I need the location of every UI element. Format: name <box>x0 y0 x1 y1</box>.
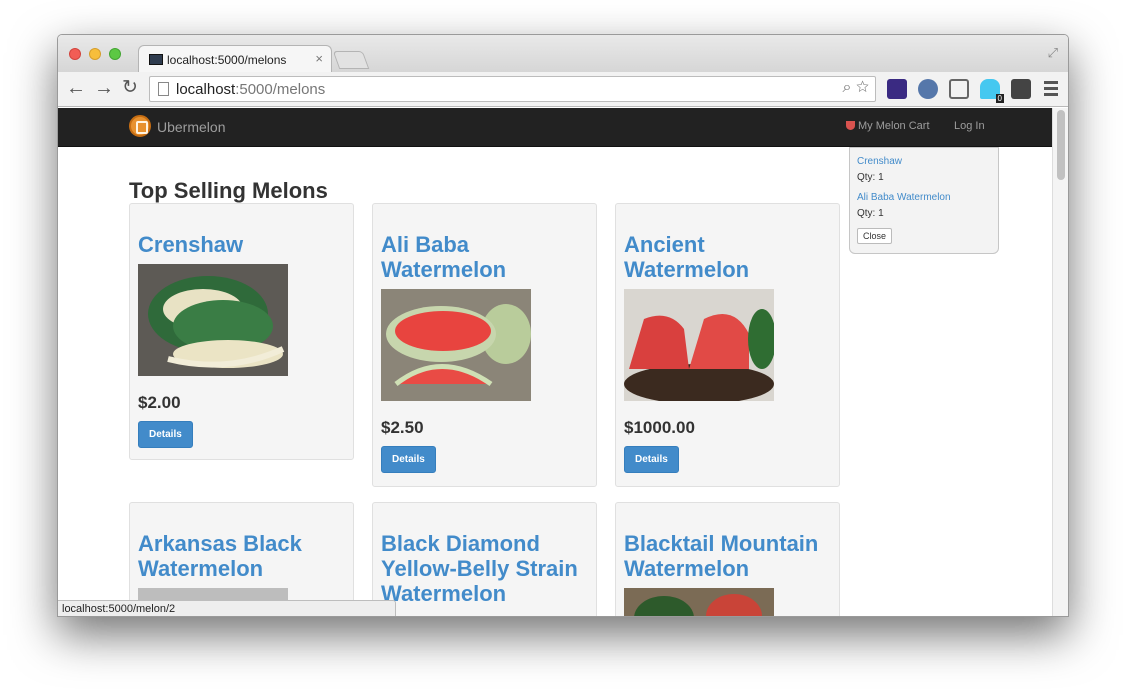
melon-image[interactable] <box>624 289 774 401</box>
extension-icon-2[interactable] <box>918 79 938 99</box>
watermelon-icon <box>846 121 855 130</box>
cart-link[interactable]: My Melon Cart <box>846 120 930 132</box>
cart-item-name[interactable]: Crenshaw <box>857 156 991 167</box>
minimize-window-button[interactable] <box>89 48 101 60</box>
back-arrow-icon[interactable]: ← <box>66 78 86 98</box>
tab-close-icon[interactable]: × <box>315 51 323 66</box>
melon-card: Crenshaw $2.00 Details <box>129 203 354 460</box>
zoom-icon[interactable]: ⌕ <box>843 79 852 96</box>
details-button[interactable]: Details <box>624 446 679 473</box>
melon-title-link[interactable]: Arkansas Black Watermelon <box>138 531 345 581</box>
melon-title-link[interactable]: Crenshaw <box>138 232 345 257</box>
melon-price: $1000.00 <box>624 418 695 437</box>
bookmark-star-icon[interactable]: ☆ <box>856 79 869 96</box>
ghostery-badge: 0 <box>995 94 1004 103</box>
close-window-button[interactable] <box>69 48 81 60</box>
menu-icon[interactable] <box>1044 81 1058 99</box>
melon-card: Blacktail Mountain Watermelon <box>615 502 840 616</box>
melon-title-link[interactable]: Black Diamond Yellow-Belly Strain Waterm… <box>381 531 588 606</box>
melon-card: Ali Baba Watermelon $2.50 Details <box>372 203 597 487</box>
status-bar: localhost:5000/melon/2 <box>58 600 396 616</box>
melon-image[interactable] <box>138 264 288 376</box>
melon-card: Ancient Watermelon $1000.00 Details <box>615 203 840 487</box>
site-navbar: Ubermelon My Melon Cart Log In <box>58 108 1054 147</box>
melon-image[interactable] <box>624 588 774 616</box>
terminal-favicon-icon <box>149 54 163 65</box>
tab-strip: localhost:5000/melons × ⤢ <box>58 35 1068 72</box>
omnibox-actions: ⌕ ☆ <box>843 79 869 97</box>
details-button[interactable]: Details <box>381 446 436 473</box>
cart-popover: Crenshaw Qty: 1 Ali Baba Watermelon Qty:… <box>849 147 999 254</box>
cart-close-button[interactable]: Close <box>857 228 893 244</box>
vertical-scrollbar[interactable] <box>1052 108 1068 616</box>
melon-price: $2.00 <box>138 393 181 412</box>
browser-window: localhost:5000/melons × ⤢ ← → ↻ localhos… <box>57 34 1069 617</box>
details-button[interactable]: Details <box>138 421 193 448</box>
browser-toolbar: ← → ↻ localhost:5000/melons ⌕ ☆ 0 <box>58 72 1068 107</box>
melon-title-link[interactable]: Ancient Watermelon <box>624 232 831 282</box>
melon-card: Black Diamond Yellow-Belly Strain Waterm… <box>372 502 597 616</box>
melon-image[interactable] <box>381 289 531 401</box>
tab-title: localhost:5000/melons <box>167 53 287 67</box>
melon-title-link[interactable]: Ali Baba Watermelon <box>381 232 588 282</box>
new-tab-button[interactable] <box>332 51 370 69</box>
film-icon[interactable] <box>1011 79 1031 99</box>
melon-price: $2.50 <box>381 418 424 437</box>
page-viewport: Ubermelon My Melon Cart Log In Crenshaw … <box>58 108 1054 616</box>
cart-item-qty: Qty: 1 <box>857 208 884 219</box>
fullscreen-icon[interactable]: ⤢ <box>1048 45 1058 61</box>
melon-logo-icon[interactable] <box>129 115 151 137</box>
page-title: Top Selling Melons <box>129 178 328 203</box>
page-icon <box>158 82 169 96</box>
scrollbar-thumb[interactable] <box>1057 110 1065 180</box>
url-text: localhost:5000/melons <box>176 81 326 98</box>
login-link[interactable]: Log In <box>954 120 985 132</box>
extension-icon-1[interactable] <box>887 79 907 99</box>
cast-icon[interactable] <box>949 79 969 99</box>
cart-item-name[interactable]: Ali Baba Watermelon <box>857 192 991 203</box>
cart-item-qty: Qty: 1 <box>857 172 884 183</box>
brand-link[interactable]: Ubermelon <box>157 119 225 135</box>
browser-tab[interactable]: localhost:5000/melons × <box>138 45 332 72</box>
melon-title-link[interactable]: Blacktail Mountain Watermelon <box>624 531 831 581</box>
zoom-window-button[interactable] <box>109 48 121 60</box>
ghostery-icon[interactable]: 0 <box>980 79 1004 103</box>
forward-arrow-icon[interactable]: → <box>94 78 114 98</box>
address-bar[interactable]: localhost:5000/melons ⌕ ☆ <box>149 76 876 102</box>
reload-icon[interactable]: ↻ <box>122 78 138 98</box>
